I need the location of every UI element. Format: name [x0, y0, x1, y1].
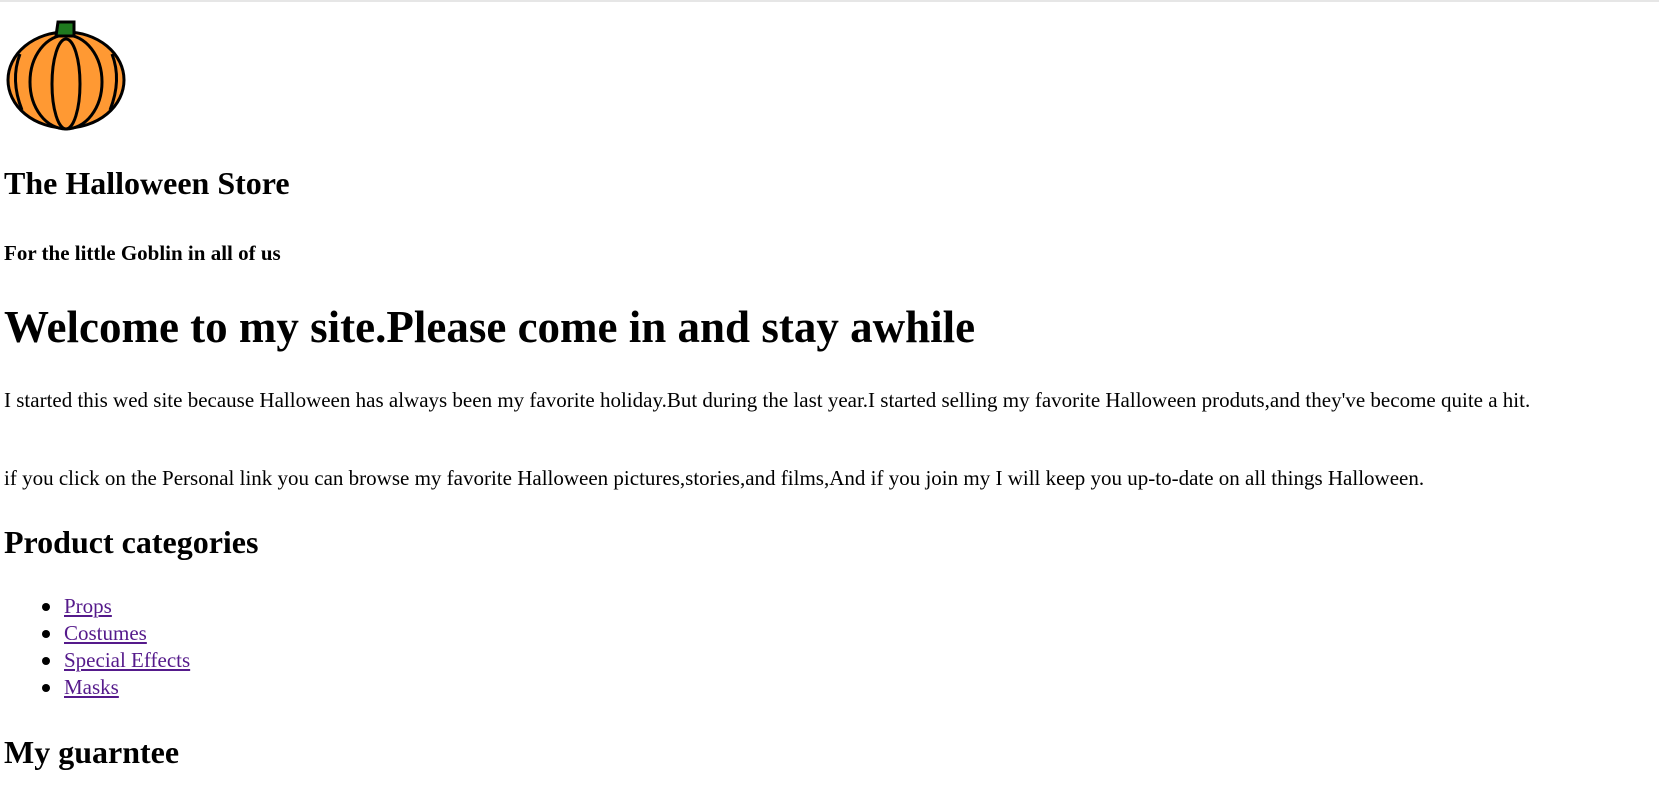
list-item: Masks [42, 674, 190, 701]
list-item: Special Effects [42, 647, 190, 674]
category-link-props[interactable]: Props [64, 594, 112, 618]
pumpkin-icon [6, 20, 126, 131]
welcome-heading: Welcome to my site.Please come in and st… [4, 302, 976, 352]
list-item: Props [42, 593, 190, 620]
bullet-icon [42, 603, 50, 611]
guarantee-heading: My guarntee [4, 734, 180, 770]
category-link-special-effects[interactable]: Special Effects [64, 648, 190, 672]
personal-link-paragraph: if you click on the Personal link you ca… [4, 466, 1425, 490]
bullet-icon [42, 657, 50, 665]
intro-paragraph: I started this wed site because Hallowee… [4, 388, 1531, 412]
pumpkin-logo [4, 14, 128, 132]
bullet-icon [42, 684, 50, 692]
store-tagline: For the little Goblin in all of us [4, 241, 281, 265]
product-categories-heading: Product categories [4, 524, 259, 560]
category-link-costumes[interactable]: Costumes [64, 621, 147, 645]
product-categories-list: Props Costumes Special Effects Masks [4, 593, 190, 701]
top-border [0, 0, 1659, 2]
category-link-masks[interactable]: Masks [64, 675, 119, 699]
list-item: Costumes [42, 620, 190, 647]
store-title: The Halloween Store [4, 165, 290, 201]
bullet-icon [42, 630, 50, 638]
